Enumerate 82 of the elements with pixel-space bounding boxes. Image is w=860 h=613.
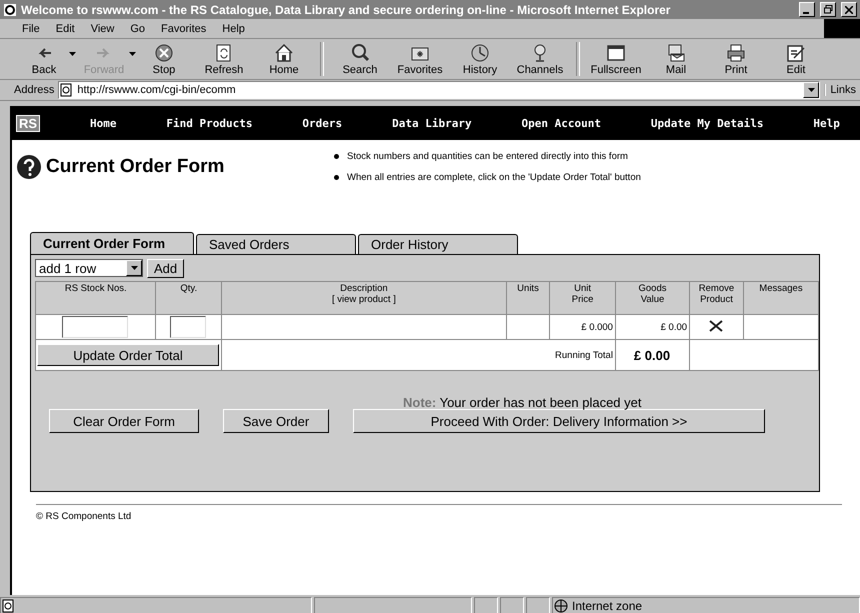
- caret-icon[interactable]: [130, 266, 138, 270]
- action-button[interactable]: Clear Order Form: [49, 409, 199, 433]
- toolbar-button[interactable]: Print: [706, 42, 766, 76]
- menu-item[interactable]: Edit: [48, 22, 83, 34]
- action-button[interactable]: Proceed With Order: Delivery Information >>: [353, 409, 765, 433]
- menu-item[interactable]: View: [82, 22, 122, 34]
- status-pane: [500, 597, 524, 613]
- bullet-icon: [334, 154, 339, 159]
- tab[interactable]: Current Order Form: [30, 232, 194, 254]
- toolbar-button[interactable]: Back: [14, 42, 74, 76]
- toolbar-button[interactable]: Search: [330, 42, 390, 76]
- globe-icon: [553, 599, 569, 613]
- column-header: Goods Value: [615, 282, 690, 314]
- nav-link[interactable]: Open Account: [522, 116, 601, 130]
- caret-icon[interactable]: [808, 88, 815, 92]
- page-heading: Current Order Form: [46, 156, 224, 178]
- toolbar-icon: [349, 42, 371, 64]
- running-total-label: Running Total: [222, 340, 616, 370]
- toolbar-button[interactable]: Channels: [510, 42, 570, 76]
- status-pane: [526, 597, 550, 613]
- toolbar-button[interactable]: Mail: [646, 42, 706, 76]
- window-title: Welcome to rswww.com - the RS Catalogue, Data Library and secure ordering on-line - Microsoft Internet Explorer: [21, 2, 672, 16]
- column-header: RS Stock Nos.: [36, 282, 156, 314]
- nav-link[interactable]: Home: [90, 116, 116, 130]
- tab[interactable]: Order History: [358, 234, 518, 254]
- column-header: Remove Product: [690, 282, 744, 314]
- instruction-text: Stock numbers and quantities can be entered directly into this form: [347, 150, 628, 163]
- status-pane: [474, 597, 498, 613]
- dropdown-button[interactable]: [803, 82, 820, 98]
- nav-link[interactable]: Orders: [302, 116, 342, 130]
- rows-dropdown[interactable]: add 1 row: [35, 259, 143, 277]
- update-total-button[interactable]: Update Order Total: [37, 344, 219, 366]
- table-cell: £ 0.000: [550, 314, 616, 340]
- nav-link[interactable]: Update My Details: [650, 116, 764, 130]
- order-note: Note: Your order has not been placed yet: [403, 395, 642, 410]
- toolbar-icon: [469, 42, 491, 64]
- toolbar-icon: [725, 42, 747, 64]
- toolbar-icon: [273, 42, 295, 64]
- help-icon: [16, 154, 42, 180]
- toolbar-icon: [153, 42, 175, 64]
- menu-item[interactable]: File: [14, 22, 48, 34]
- bullet-icon: [334, 175, 339, 180]
- address-label: Address: [14, 84, 54, 96]
- toolbar-button[interactable]: Home: [254, 42, 314, 76]
- nav-link[interactable]: Data Library: [392, 116, 472, 130]
- nav-link[interactable]: Find Products: [166, 116, 252, 130]
- toolbar-button[interactable]: Favorites: [390, 42, 450, 76]
- minimize-icon[interactable]: [799, 2, 815, 17]
- toolbar-button[interactable]: History: [450, 42, 510, 76]
- running-total: £ 0.00: [615, 340, 690, 370]
- links-button[interactable]: Links: [824, 84, 860, 96]
- column-header: Messages: [743, 282, 818, 314]
- table-cell: £ 0.00: [615, 314, 690, 340]
- toolbar-button[interactable]: Refresh: [194, 42, 254, 76]
- zone-text: Internet zone: [572, 599, 642, 613]
- address-field[interactable]: http://rswww.com/cgi-bin/ecomm: [58, 81, 820, 99]
- page-icon: [59, 83, 74, 97]
- column-header: Units: [506, 282, 550, 314]
- instruction-text: When all entries are complete, click on the 'Update Order Total' button: [347, 171, 641, 184]
- toolbar-button[interactable]: Edit: [766, 42, 826, 76]
- column-header: Qty.: [156, 282, 222, 314]
- quantity-field[interactable]: [170, 316, 206, 338]
- browser-icon: [3, 2, 17, 16]
- toolbar-button[interactable]: Stop: [134, 42, 194, 76]
- caret-icon[interactable]: [69, 52, 76, 56]
- nav-link[interactable]: Help: [813, 116, 840, 130]
- menu-item[interactable]: Go: [122, 22, 154, 34]
- add-button[interactable]: Add: [147, 259, 184, 278]
- restore-icon[interactable]: [820, 2, 836, 17]
- column-header: Unit Price: [550, 282, 616, 314]
- close-icon[interactable]: [841, 2, 857, 17]
- tab[interactable]: Saved Orders: [196, 234, 356, 254]
- copyright-text: © RS Components Ltd: [36, 511, 132, 522]
- menu-item[interactable]: Favorites: [153, 22, 214, 34]
- menu-item[interactable]: Help: [214, 22, 253, 34]
- page-icon: [1, 599, 15, 613]
- column-header: Description [ view product ]: [222, 282, 506, 314]
- remove-icon[interactable]: [708, 320, 723, 332]
- stock-number-field[interactable]: [62, 316, 128, 338]
- site-logo[interactable]: RS: [16, 114, 40, 132]
- toolbar-button[interactable]: Fullscreen: [586, 42, 646, 76]
- action-button[interactable]: Save Order: [223, 409, 329, 433]
